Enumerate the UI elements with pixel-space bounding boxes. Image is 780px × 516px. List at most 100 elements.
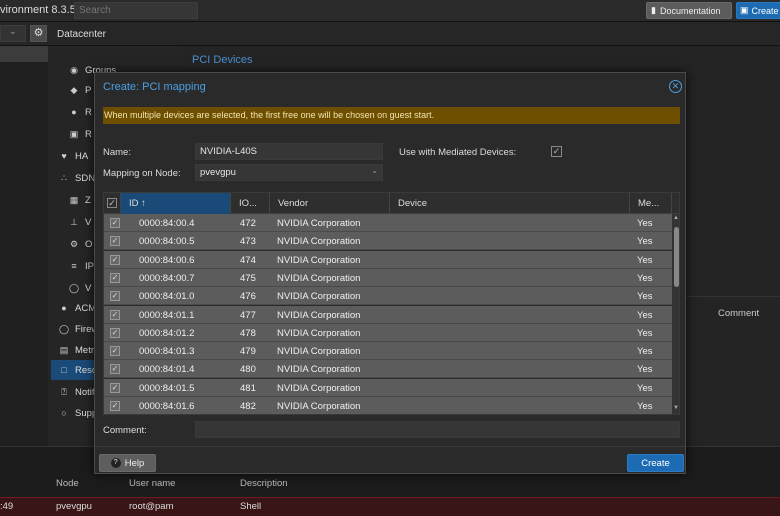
cell-vendor: NVIDIA Corporation [277,346,361,358]
mdev-checkbox[interactable]: ✓ [551,146,562,157]
grid-scrollbar[interactable]: ▲ ▼ [672,214,679,414]
tree-item-selected[interactable] [0,46,48,62]
search-input[interactable] [74,2,198,19]
name-field[interactable]: NVIDIA-L40S [195,143,383,160]
cell-iommu: 472 [240,218,256,229]
cell-mdev: Yes [637,254,653,266]
cell-vendor: NVIDIA Corporation [277,254,361,266]
scroll-down-icon[interactable]: ▼ [673,405,679,411]
top-bar: vironment 8.3.5 ▮ Documentation ▣ Create [0,0,780,22]
node-select[interactable]: pvevgpu ⌄ [195,164,383,181]
section-heading: PCI Devices [192,54,253,66]
comment-column-header[interactable]: Comment [718,308,759,319]
table-row[interactable]: ✓ 0000:84:01.6 482 NVIDIA Corporation Yes [104,397,672,414]
log-header-description[interactable]: Description [240,478,288,494]
close-icon[interactable]: ✕ [669,80,682,93]
resource-tree [0,46,48,446]
row-checkbox[interactable]: ✓ [110,401,120,411]
row-checkbox[interactable]: ✓ [110,218,120,228]
folder-icon: □ [61,365,67,375]
select-all-column[interactable]: ✓ [104,193,121,214]
create-vm-button[interactable]: ▣ Create [736,2,780,19]
table-row[interactable]: ✓ 0000:84:01.3 479 NVIDIA Corporation Yes [104,342,672,361]
id-card-icon: ▣ [69,128,79,139]
grid-body: ✓ 0000:84:00.4 472 NVIDIA Corporation Yes ✓ 00… [104,214,672,414]
cell-vendor: NVIDIA Corporation [277,364,361,376]
row-checkbox[interactable]: ✓ [110,327,120,338]
cell-id: 0000:84:01.0 [139,291,195,303]
cell-mdev: Yes [637,364,653,376]
tag-icon: ◆ [70,84,78,95]
select-all-checkbox[interactable]: ✓ [107,198,117,208]
table-row[interactable]: ✓ 0000:84:01.2 478 NVIDIA Corporation Yes [104,323,672,342]
view-selector[interactable]: ⌄ [0,25,26,42]
sitemap-icon: ⊥ [70,216,78,227]
cell-iommu: 478 [240,327,256,339]
column-header-iommu[interactable]: IO... [231,193,270,214]
gear-icon: ⚙ [69,238,79,249]
breadcrumb: Datacenter [57,29,106,40]
name-label: Name: [103,147,131,158]
cell-iommu: 475 [240,272,256,284]
table-row[interactable]: ✓ 0000:84:00.6 474 NVIDIA Corporation Yes [104,250,672,269]
mdev-label: Use with Mediated Devices: [399,147,517,158]
cell-vendor: NVIDIA Corporation [277,401,361,412]
pci-device-grid: ✓ ID ↑ IO... Vendor Device Me... ✓ 0000:8… [103,192,680,415]
table-row[interactable]: ✓ 0000:84:00.5 473 NVIDIA Corporation Yes [104,232,672,251]
table-row[interactable]: ✓ 0000:84:01.0 476 NVIDIA Corporation Yes [104,287,672,306]
shield-icon: ◯ [58,323,70,334]
app-title: vironment 8.3.5 [0,4,76,16]
documentation-button[interactable]: ▮ Documentation [646,2,732,19]
create-pci-mapping-dialog: Create: PCI mapping ✕ When multiple devi… [94,72,686,474]
row-checkbox[interactable]: ✓ [110,291,120,302]
scroll-up-icon[interactable]: ▲ [673,215,679,221]
row-checkbox[interactable]: ✓ [110,346,120,357]
log-user: root@pam [129,501,174,512]
signpost-icon: ≡ [71,261,77,271]
row-checkbox[interactable]: ✓ [110,309,120,320]
column-header-id[interactable]: ID ↑ [121,193,231,214]
cell-iommu: 474 [240,254,256,266]
cell-mdev: Yes [637,401,653,412]
divider [95,446,685,447]
view-bar: ⌄ ⚙ Datacenter [0,22,780,46]
table-row[interactable]: ✓ 0000:84:01.4 480 NVIDIA Corporation Yes [104,360,672,379]
row-checkbox[interactable]: ✓ [110,236,120,247]
scroll-thumb[interactable] [674,227,679,287]
cell-vendor: NVIDIA Corporation [277,291,361,303]
create-vm-label: Create [751,5,779,16]
help-label: Help [124,457,145,469]
question-icon: ? [110,458,121,468]
log-node: pvevgpu [56,501,92,512]
cell-iommu: 482 [240,401,256,412]
documentation-label: Documentation [659,5,721,16]
row-checkbox[interactable]: ✓ [110,254,120,265]
log-description: Shell [240,501,262,512]
column-header-mdev[interactable]: Me... [630,193,672,214]
dialog-title: Create: PCI mapping [103,81,206,93]
network-icon: ∴ [61,172,67,183]
cell-id: 0000:84:01.5 [139,382,195,394]
column-header-device[interactable]: Device [390,193,630,214]
table-row[interactable]: ✓ 0000:84:01.1 477 NVIDIA Corporation Yes [104,305,672,324]
log-header-node[interactable]: Node [56,478,79,494]
comment-field[interactable] [195,421,680,438]
gear-icon[interactable]: ⚙ [30,25,47,42]
book-icon: ▮ [651,5,656,15]
row-checkbox[interactable]: ✓ [110,272,120,283]
column-header-vendor[interactable]: Vendor [270,193,390,214]
row-checkbox[interactable]: ✓ [110,364,120,375]
create-button[interactable]: Create [627,454,684,472]
table-row[interactable]: ✓ 0000:84:01.5 481 NVIDIA Corporation Yes [104,378,672,397]
table-row[interactable]: ✓ 0000:84:00.4 472 NVIDIA Corporation Yes [104,214,672,232]
row-checkbox[interactable]: ✓ [110,382,120,393]
log-header-user[interactable]: User name [129,478,175,494]
log-row[interactable] [0,497,780,516]
cell-iommu: 473 [240,236,256,248]
help-button[interactable]: ? Help [99,454,156,472]
table-row[interactable]: ✓ 0000:84:00.7 475 NVIDIA Corporation Yes [104,268,672,287]
cell-vendor: NVIDIA Corporation [277,327,361,339]
cell-id: 0000:84:01.6 [139,401,195,412]
cell-vendor: NVIDIA Corporation [277,236,361,248]
bell-icon: ⍰ [61,386,67,397]
